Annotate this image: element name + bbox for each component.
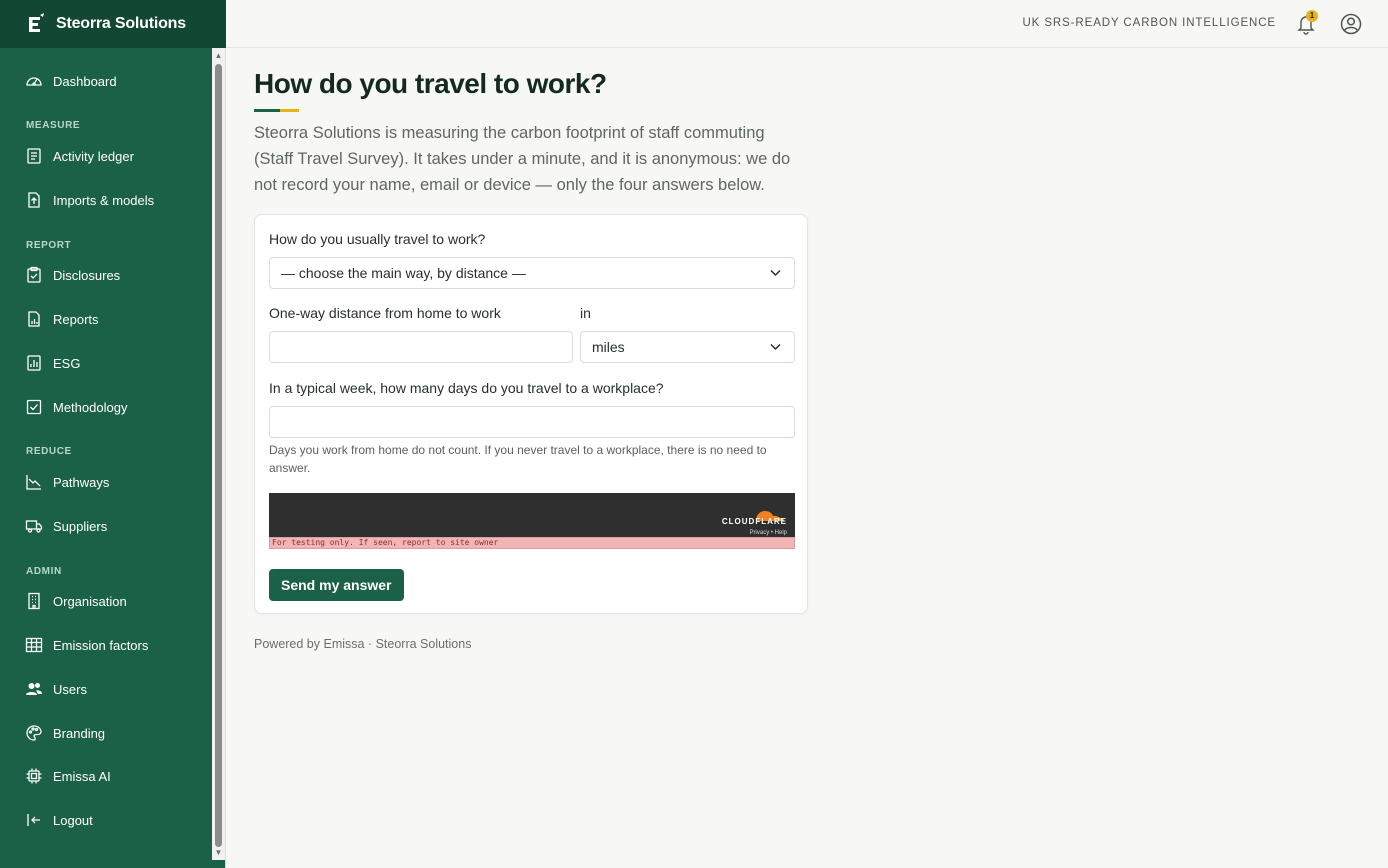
building-icon [28,592,40,610]
section-admin: ADMIN [26,566,62,577]
unit-label: in [580,305,591,321]
clipboard-check-icon [27,266,41,283]
sidebar-item-label: Suppliers [53,518,108,534]
palette-icon [26,725,42,741]
sidebar-item-label: Emission factors [53,637,149,653]
sidebar-item-label: ESG [53,355,81,371]
gauge-icon [26,77,42,86]
chevron-down-icon [770,269,781,277]
sidebar-item-label: Branding [53,725,106,741]
distance-unit-value: miles [592,339,625,355]
sidebar-item-pathways[interactable]: Pathways [0,462,212,502]
sidebar-item-label: Users [53,681,87,697]
notification-badge: 1 [1306,10,1318,22]
trend-down-icon [26,475,41,490]
title-accent [254,109,299,112]
sidebar-item-label: Logout [53,812,93,828]
sidebar-item-organisation[interactable]: Organisation [0,581,212,621]
sidebar-item-logout[interactable]: Logout [0,800,212,840]
logout-icon [27,814,40,826]
distance-input[interactable] [269,331,573,363]
sidebar-item-label: Organisation [53,593,127,609]
sidebar-item-label: Pathways [53,474,110,490]
tagline: UK SRS-READY CARBON INTELLIGENCE [1022,17,1276,29]
sidebar-item-label: Disclosures [53,267,121,283]
distance-unit-select[interactable]: miles [580,331,795,363]
sidebar-item-label: Emissa AI [53,768,111,784]
top-bar: UK SRS-READY CARBON INTELLIGENCE 1 [226,0,1388,48]
sidebar-item-label: Dashboard [53,73,117,89]
captcha-links[interactable]: Privacy • Help [750,530,787,536]
page-title: How do you travel to work? [254,68,607,99]
sidebar-item-disclosures[interactable]: Disclosures [0,255,212,295]
table-icon [25,637,43,653]
report-chart-icon [28,311,40,327]
days-input[interactable] [269,406,795,438]
chip-icon [26,768,42,784]
section-report: REPORT [26,240,72,251]
ledger-icon [27,148,41,164]
captcha-brand: CLOUDFLARE [721,517,787,526]
days-help-text: Days you work from home do not count. If… [269,443,767,475]
brand-logo-icon [29,13,44,32]
sidebar-item-label: Activity ledger [53,148,134,164]
sidebar-item-methodology[interactable]: Methodology [0,387,212,427]
captcha-test-warning: For testing only. If seen, report to sit… [269,537,795,549]
chevron-down-icon [770,343,781,351]
travel-mode-label: How do you usually travel to work? [269,231,486,247]
sidebar-item-emission-factors[interactable]: Emission factors [0,625,212,665]
user-account-icon[interactable] [1340,13,1362,35]
page-intro: Steorra Solutions is measuring the carbo… [254,124,791,194]
send-answer-button[interactable]: Send my answer [269,569,404,601]
checklist-icon [26,399,42,415]
scroll-thumb[interactable] [215,64,222,847]
sidebar-nav: Dashboard MEASURE Activity ledger Import… [0,48,212,856]
sidebar-item-emissa-ai[interactable]: Emissa AI [0,756,212,796]
sidebar: Steorra Solutions Dashboard MEASURE Acti… [0,0,226,868]
brand-name: Steorra Solutions [56,15,186,32]
sidebar-scrollbar[interactable]: ▲ ▼ [212,48,225,860]
captcha-widget[interactable]: CLOUDFLARE Privacy • Help For testing on… [269,493,795,549]
sidebar-item-esg[interactable]: ESG [0,343,212,383]
sidebar-item-users[interactable]: Users [0,669,212,709]
sidebar-item-suppliers[interactable]: Suppliers [0,506,212,546]
upload-file-icon [28,192,40,208]
sidebar-item-reports[interactable]: Reports [0,299,212,339]
travel-mode-select[interactable]: — choose the main way, by distance — [269,257,795,289]
truck-icon [25,520,43,533]
footer-text: Powered by Emissa · Steorra Solutions [254,637,472,651]
survey-card: How do you usually travel to work? — cho… [254,214,808,614]
sidebar-item-imports-models[interactable]: Imports & models [0,180,212,220]
sidebar-item-dashboard[interactable]: Dashboard [0,61,212,101]
section-measure: MEASURE [26,120,81,131]
distance-label: One-way distance from home to work [269,305,501,321]
sidebar-item-label: Reports [53,311,99,327]
sidebar-item-activity-ledger[interactable]: Activity ledger [0,136,212,176]
esg-chart-icon [27,355,41,371]
scroll-up-icon[interactable]: ▲ [214,51,223,60]
brand-bar[interactable]: Steorra Solutions [0,0,226,48]
scroll-down-icon[interactable]: ▼ [214,848,223,857]
sidebar-item-label: Methodology [53,399,128,415]
section-reduce: REDUCE [26,446,72,457]
days-label: In a typical week, how many days do you … [269,380,664,396]
users-icon [26,683,42,695]
travel-mode-value: — choose the main way, by distance — [281,265,526,281]
sidebar-item-label: Imports & models [53,192,155,208]
sidebar-item-branding[interactable]: Branding [0,713,212,753]
